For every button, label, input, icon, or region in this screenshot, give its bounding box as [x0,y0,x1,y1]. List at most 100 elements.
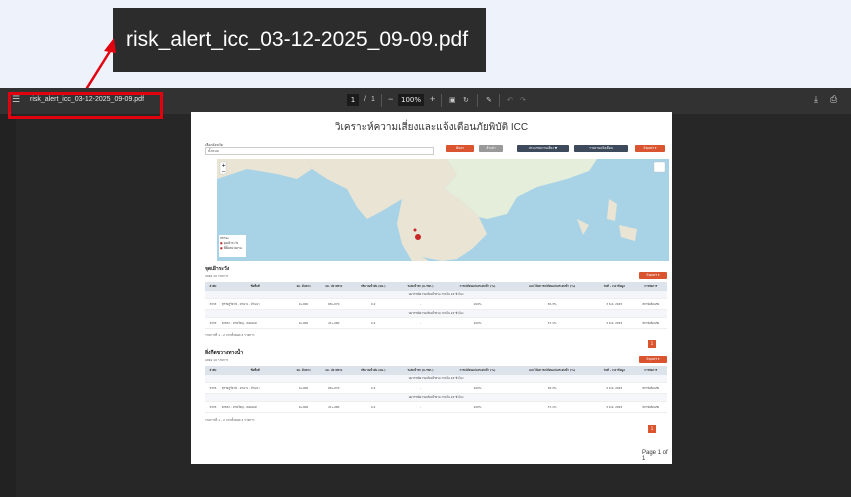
group-row: พยากรณ์ความเสี่ยงน้ำท่วม ภายใน 24 ชั่วโม… [205,291,667,299]
show-entries[interactable]: แสดง 10 รายการ [205,358,228,363]
column-header[interactable]: ปริมาณน้ำฝน (มม.) [350,366,397,375]
column-header[interactable]: ชื่อพื้นที่ [220,282,290,291]
column-header[interactable]: การจัดการ [634,282,667,291]
table-cell: 3333 [205,401,221,413]
group-row: พยากรณ์ความเสี่ยงน้ำท่วม ภายใน 24 ชั่วโม… [205,393,667,402]
column-header[interactable]: แนวโน้มการเปลี่ยนแปลงระดับน้ำ (%) [510,366,594,375]
table-cell: 3333 [205,317,221,329]
table-cell: 0.2 [350,382,397,394]
viewer-side-strip [0,114,16,497]
zoom-in-button[interactable]: + [430,94,435,104]
rotate-icon[interactable]: ↻ [463,96,469,104]
section-watch-title: จุดเฝ้าระวัง [205,266,230,272]
column-header[interactable]: การเปลี่ยนแปลงระดับน้ำ (%) [444,282,511,291]
download-icon[interactable]: ⤓ [814,95,818,105]
column-header[interactable]: ลำดับ [205,366,221,375]
table-cell: 0+000 [289,317,318,329]
table-cell: 100% [444,317,511,329]
table-cell: - [396,382,445,394]
marker-icon: ● [220,246,223,250]
table-cell: 37.1% [510,317,594,329]
table-cell: 3 ธ.ค. 2025 [593,401,635,413]
table-cell[interactable]: สถานีเตือนภัย [634,317,667,329]
table-cell: 0+000 [289,298,318,310]
table-cell: 3 ธ.ค. 2025 [593,317,635,329]
column-header[interactable]: การจัดการ [634,366,667,375]
risk-type-button[interactable]: ประเภทความเสี่ยง ▼ [517,145,569,152]
fit-page-icon[interactable]: ▣ [449,96,456,104]
print-icon[interactable]: ⎙ [830,95,837,105]
table-cell: 0+000 [289,382,318,394]
svg-text:−: − [222,169,226,175]
watch-page-button[interactable]: 1 [648,340,656,348]
column-header[interactable]: ชื่อพื้นที่ [220,366,290,375]
column-header[interactable]: จม. ต้นทาง [289,366,318,375]
watch-table: ลำดับ ชื่อพื้นที่ จม. ต้นทาง จม. ปลายทาง ปริ… [205,282,667,329]
redo-icon[interactable]: ↷ [520,96,526,104]
column-header[interactable]: แนวโน้มการเปลี่ยนแปลงระดับน้ำ (%) [510,282,594,291]
table-cell: สุราษฎร์ธานี - ท่าฉาง - บ้านนา [220,382,290,394]
obstruction-page-button[interactable]: 1 [648,425,656,433]
province-select[interactable]: ทั้งหมด [205,147,434,155]
column-header[interactable]: ระดับน้ำท่า (ม.รทก.) [396,366,445,375]
table-cell: 100% [444,298,511,310]
marker-icon: ● [220,241,223,245]
table-cell: 3333 [205,298,221,310]
table-cell: 0+000 [289,401,318,413]
annotate-icon[interactable]: ✎ [486,96,492,104]
zoom-input[interactable]: 100% [398,94,424,106]
reset-button[interactable]: ล้างค่า [479,145,503,152]
export-watch-button[interactable]: Export ▾ [639,272,667,279]
column-header[interactable]: จม. ปลายทาง [317,282,351,291]
table-cell: 21+480 [317,401,351,413]
column-header[interactable]: ระดับน้ำท่า (ม.รทก.) [396,282,445,291]
section-obstruction-title: สิ่งกีดขวางทางน้ำ [205,350,244,356]
column-header[interactable]: วันที่ - เวลาข้อมูล [593,282,635,291]
table-cell[interactable]: สถานีเตือนภัย [634,382,667,394]
table-cell: - [396,401,445,413]
show-entries[interactable]: แสดง 10 รายการ [205,274,228,279]
table-cell: 100% [444,382,511,394]
table-cell: 0.2 [350,401,397,413]
table-cell: 3333 [205,382,221,394]
column-header[interactable]: การเปลี่ยนแปลงระดับน้ำ (%) [444,366,511,375]
column-header[interactable]: จม. ปลายทาง [317,366,351,375]
total-pages: 1 [371,96,375,103]
column-header[interactable]: จม. ต้นทาง [289,282,318,291]
obstruction-table-footer: รายการที่ 1 - 2 จากทั้งหมด 2 รายการ [205,418,255,422]
column-header[interactable]: ปริมาณน้ำฝน (มม.) [350,282,397,291]
pdf-viewer: ☰ risk_alert_icc_03-12-2025_09-09.pdf 1 … [0,88,851,497]
table-cell[interactable]: สถานีเตือนภัย [634,298,667,310]
page-footer-number: Page 1 of 1 [642,450,668,462]
watch-table-footer: รายการที่ 1 - 2 จากทั้งหมด 2 รายการ [205,333,255,337]
column-header[interactable]: วันที่ - เวลาข้อมูล [593,366,635,375]
table-cell: 21+480 [317,317,351,329]
page-separator: / [364,96,366,103]
table-cell: 30.3% [510,382,594,394]
obstruction-table: ลำดับ ชื่อพื้นที่ จม. ต้นทาง จม. ปลายทาง ปริ… [205,366,667,413]
zoom-out-button[interactable]: − [388,94,393,104]
table-cell: สงขลา - หาดใหญ่ - คลองแห [220,401,290,413]
export-top-button[interactable]: Export ▾ [635,145,665,152]
undo-icon[interactable]: ↶ [507,96,513,104]
table-cell: 68+970 [317,382,351,394]
report-button[interactable]: รายงานแจ้งเตือน [574,145,628,152]
table-row: 3333 สุราษฎร์ธานี - ท่าฉาง - บ้านนา 0+000 6… [205,298,667,310]
search-button[interactable]: ค้นหา [446,145,474,152]
table-cell: 68+970 [317,298,351,310]
filename-highlight-box [8,92,163,119]
map-graphic: + − [217,159,666,261]
export-obstruction-button[interactable]: Export ▾ [639,356,667,363]
table-cell[interactable]: สถานีเตือนภัย [634,401,667,413]
pdf-page: วิเคราะห์ความเสี่ยงและแจ้งเตือนภัยพิบัติ… [191,112,672,464]
page-number-input[interactable]: 1 [347,94,359,106]
table-cell: 0.2 [350,298,397,310]
column-header[interactable]: ลำดับ [205,282,221,291]
report-title: วิเคราะห์ความเสี่ยงและแจ้งเตือนภัยพิบัติ… [334,122,529,133]
table-row: 3333 สงขลา - หาดใหญ่ - คลองแห 0+000 21+480 0… [205,401,667,413]
table-cell: 37.1% [510,401,594,413]
map-legend: สถานะ ● จุดเฝ้าระวัง ● ที่ตั้งหน่วยงาน [219,235,246,257]
table-row: 3333 สงขลา - หาดใหญ่ - คลองแห 0+000 21+480 0… [205,317,667,329]
risk-map[interactable]: + − สถานะ ● จุดเฝ้าระวัง ● ที่ตั้งหน่วยง… [217,159,669,261]
legend-item-office: ● ที่ตั้งหน่วยงาน [220,246,242,250]
